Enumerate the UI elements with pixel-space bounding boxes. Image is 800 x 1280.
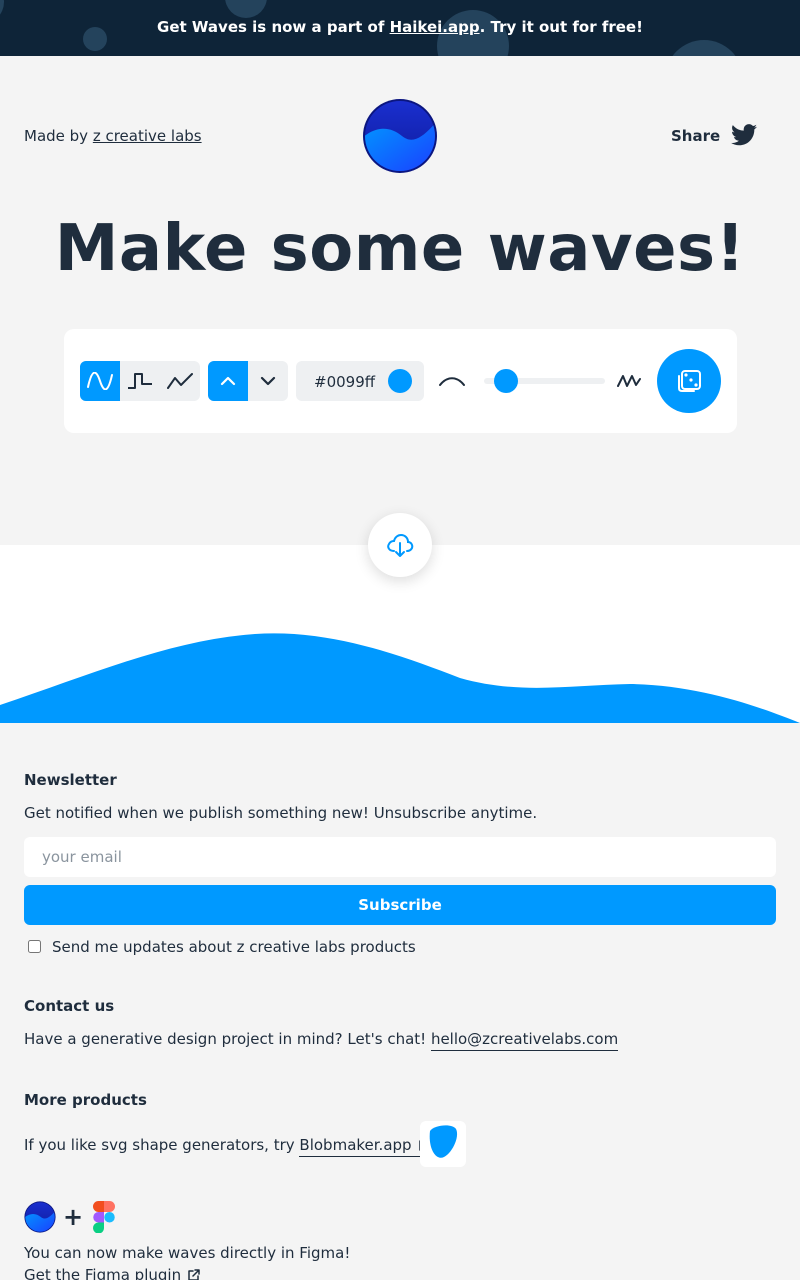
banner-text: Get Waves is now a part of Haikei.app. T… [0, 18, 800, 36]
more-products-prompt: If you like svg shape generators, try [24, 1136, 300, 1154]
decorative-bubble [665, 40, 743, 56]
announcement-banner: Get Waves is now a part of Haikei.app. T… [0, 0, 800, 56]
download-button[interactable] [368, 513, 432, 577]
triangle-wave-button[interactable] [160, 361, 200, 401]
updates-checkbox-label[interactable]: Send me updates about z creative labs pr… [52, 938, 416, 956]
blobmaker-link[interactable]: Blobmaker.app [299, 1136, 432, 1157]
more-products-text: If you like svg shape generators, try Bl… [24, 1136, 432, 1157]
wave-type-group [80, 361, 200, 401]
square-wave-icon [128, 373, 152, 389]
page-title: Make some waves! [54, 212, 746, 286]
sine-wave-button[interactable] [80, 361, 120, 401]
complexity-slider-thumb[interactable] [493, 369, 518, 393]
low-complexity-icon [439, 377, 465, 386]
more-products-title: More products [24, 1091, 147, 1109]
figma-text: You can now make waves directly in Figma… [24, 1244, 351, 1262]
banner-prefix: Get Waves is now a part of [157, 18, 390, 36]
updates-checkbox[interactable] [28, 940, 41, 953]
banner-suffix: . Try it out for free! [479, 18, 643, 36]
color-swatch[interactable] [388, 369, 412, 393]
made-by: Made by z creative labs [24, 127, 202, 145]
figma-plugin-line: Get the Figma plugin [24, 1266, 202, 1280]
color-picker[interactable] [296, 361, 424, 401]
blob-icon [429, 1125, 458, 1158]
chevron-down-icon [260, 376, 276, 386]
cloud-download-icon [387, 533, 414, 557]
contact-prompt: Have a generative design project in mind… [24, 1030, 431, 1048]
sine-wave-icon [87, 372, 113, 390]
newsletter-description: Get notified when we publish something n… [24, 804, 538, 822]
subscribe-button[interactable]: Subscribe [24, 885, 776, 925]
chevron-up-icon [220, 376, 236, 386]
contact-title: Contact us [24, 997, 115, 1015]
waves-logo-small-icon [24, 1201, 56, 1233]
dice-icon [678, 370, 701, 392]
figma-icon [93, 1201, 115, 1233]
contact-text: Have a generative design project in mind… [24, 1030, 619, 1051]
haikei-link[interactable]: Haikei.app [390, 18, 480, 36]
footer: Newsletter Get notified when we publish … [0, 723, 800, 1280]
square-wave-button[interactable] [120, 361, 160, 401]
figma-plugin-link[interactable]: Get the Figma plugin [24, 1266, 202, 1280]
blobmaker-link-label: Blobmaker.app [299, 1136, 412, 1154]
newsletter-title: Newsletter [24, 771, 117, 789]
z-creative-labs-link[interactable]: z creative labs [93, 127, 202, 145]
share-label: Share [671, 127, 721, 145]
external-link-icon [188, 1269, 200, 1280]
contact-email-link[interactable]: hello@zcreativelabs.com [430, 1030, 619, 1051]
made-by-prefix: Made by [24, 127, 93, 145]
randomize-button[interactable] [657, 349, 721, 413]
direction-group [208, 361, 288, 401]
figma-plugin-link-label: Get the Figma plugin [24, 1266, 182, 1280]
email-input[interactable] [24, 837, 776, 877]
color-hex-input[interactable] [314, 373, 384, 391]
triangle-wave-icon [167, 373, 193, 389]
direction-up-button[interactable] [208, 361, 248, 401]
high-complexity-icon [617, 375, 641, 387]
decorative-bubble [225, 0, 267, 18]
twitter-icon[interactable] [731, 124, 757, 146]
blobmaker-thumbnail[interactable] [420, 1121, 466, 1167]
wave-controls [64, 329, 737, 433]
waves-logo-icon [363, 99, 437, 173]
direction-down-button[interactable] [248, 361, 288, 401]
plus-icon: + [63, 1203, 84, 1231]
